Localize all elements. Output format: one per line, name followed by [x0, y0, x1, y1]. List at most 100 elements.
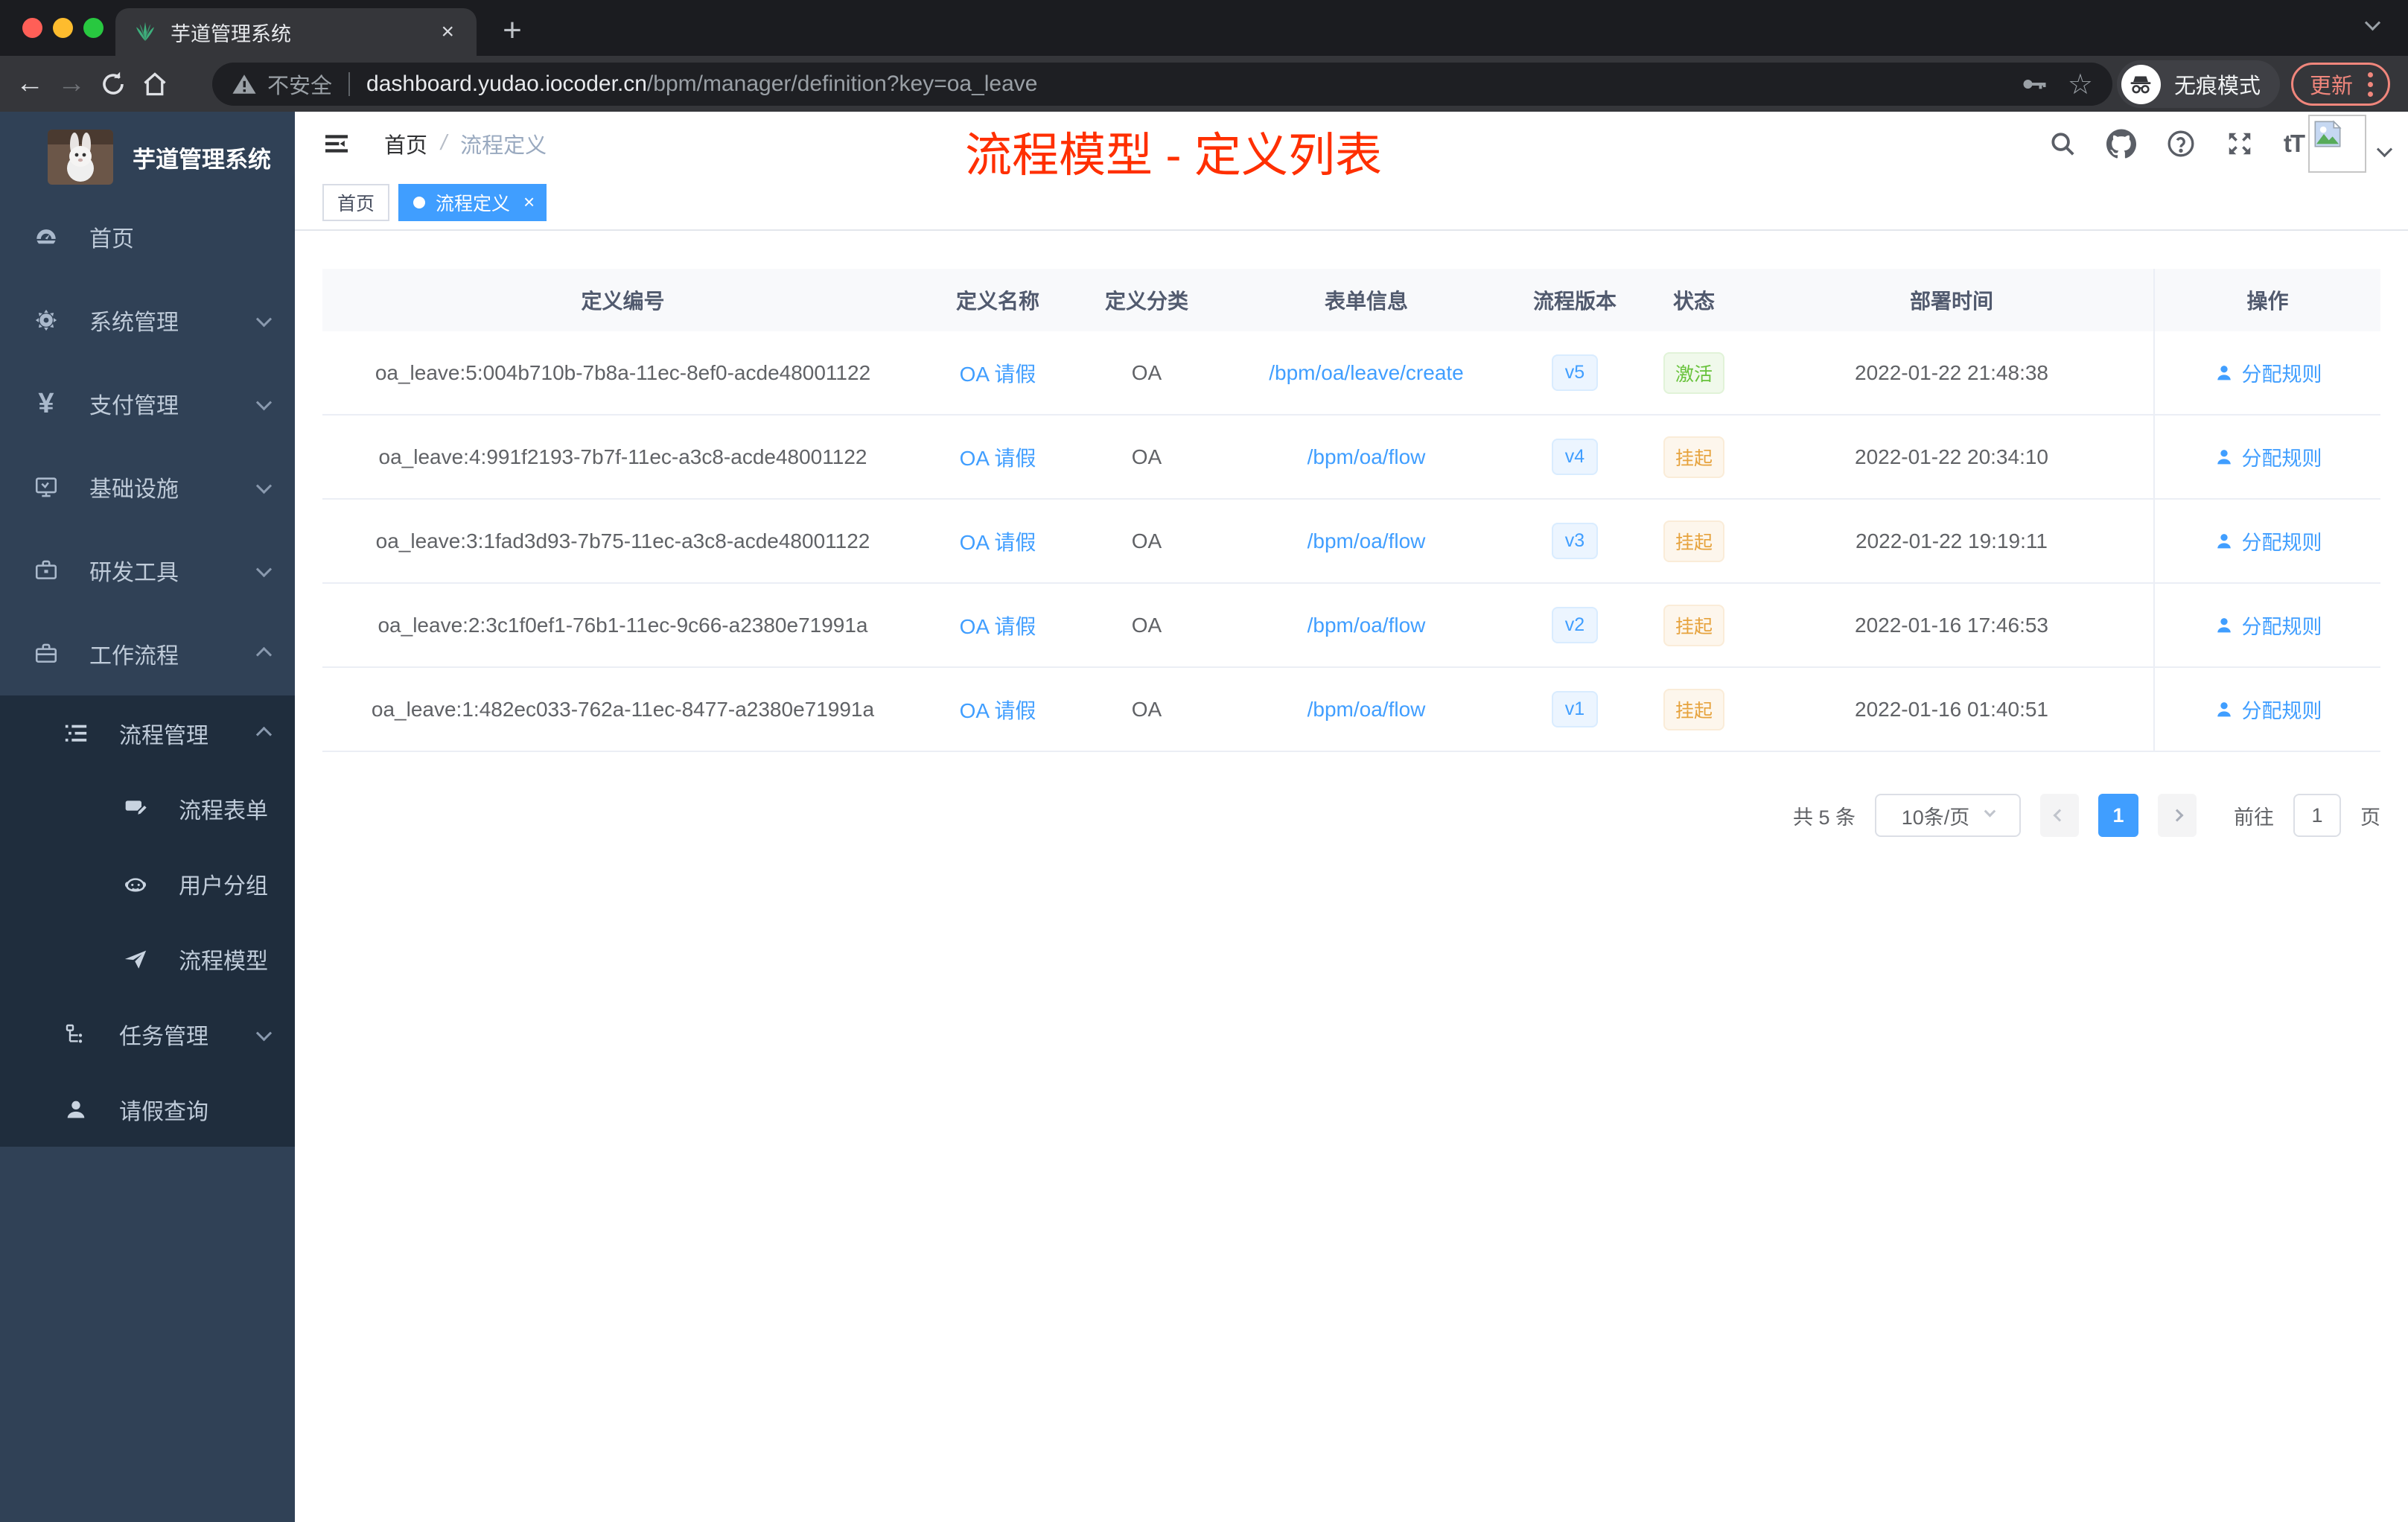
- form-info-link[interactable]: /bpm/oa/flow: [1221, 529, 1512, 553]
- tag-close-icon[interactable]: ×: [523, 191, 535, 214]
- deploy-time-cell: 2022-01-22 19:19:11: [1856, 529, 2048, 553]
- definition-name-link[interactable]: OA 请假: [923, 611, 1072, 640]
- sidebar-item-label: 用户分组: [179, 873, 268, 899]
- sidebar-item-payment[interactable]: ¥ 支付管理: [0, 362, 295, 445]
- sidebar-item-workflow[interactable]: 工作流程: [0, 612, 295, 695]
- assign-rule-link[interactable]: 分配规则: [2214, 611, 2322, 640]
- sidebar-filler: [0, 1147, 295, 1522]
- zoom-window-button[interactable]: [83, 18, 103, 38]
- browser-window: 芋道管理系统 × + ← → 不安全 dashboard.yudao.iocod…: [0, 0, 2408, 1522]
- chevron-down-icon: [1984, 805, 1996, 817]
- avatar-broken-image[interactable]: [2308, 115, 2366, 173]
- url-text[interactable]: dashboard.yudao.iocoder.cn/bpm/manager/d…: [366, 71, 2005, 97]
- home-button[interactable]: [134, 63, 176, 105]
- form-info-link[interactable]: /bpm/oa/flow: [1221, 445, 1512, 469]
- sidebar-item-system[interactable]: 系统管理: [0, 278, 295, 362]
- assign-rule-link[interactable]: 分配规则: [2214, 526, 2322, 555]
- definition-table: 定义编号 定义名称 定义分类 表单信息 流程版本 状态 部署时间 操作 oa_l…: [322, 269, 2380, 752]
- browser-menu-kebab-icon[interactable]: [2365, 69, 2376, 100]
- update-button[interactable]: 更新: [2290, 63, 2390, 106]
- assign-rule-label: 分配规则: [2241, 700, 2322, 722]
- close-window-button[interactable]: [22, 18, 42, 38]
- sidebar-item-user-group[interactable]: 用户分组: [0, 846, 295, 921]
- form-info-link[interactable]: /bpm/oa/leave/create: [1221, 361, 1512, 385]
- form-info-link[interactable]: /bpm/oa/flow: [1221, 614, 1512, 637]
- chevron-left-icon: [2053, 809, 2066, 822]
- sidebar-item-home[interactable]: 首页: [0, 195, 295, 278]
- chevron-down-icon: [255, 311, 273, 328]
- form-info-link[interactable]: /bpm/oa/flow: [1221, 698, 1512, 722]
- address-bar[interactable]: 不安全 dashboard.yudao.iocoder.cn/bpm/manag…: [212, 63, 2112, 106]
- definition-id-cell: oa_leave:5:004b710b-7b8a-11ec-8ef0-acde4…: [375, 360, 871, 384]
- back-button[interactable]: ←: [9, 63, 51, 105]
- incognito-label: 无痕模式: [2173, 74, 2261, 98]
- incognito-badge: 无痕模式: [2116, 60, 2280, 108]
- definition-name-link[interactable]: OA 请假: [923, 526, 1072, 556]
- forward-button[interactable]: →: [51, 63, 92, 105]
- sidebar-item-process-model[interactable]: 流程模型: [0, 921, 295, 996]
- sidebar-item-label: 任务管理: [119, 1024, 208, 1049]
- assign-rule-link[interactable]: 分配规则: [2214, 695, 2322, 724]
- bookmark-star-icon[interactable]: ☆: [2068, 68, 2093, 101]
- table-row: oa_leave:1:482ec033-762a-11ec-8477-a2380…: [322, 668, 2380, 752]
- definition-category-cell: OA: [1131, 360, 1162, 384]
- sidebar-item-process-form[interactable]: 流程表单: [0, 771, 295, 846]
- tag-home[interactable]: 首页: [322, 183, 390, 221]
- page-size-select[interactable]: 10条/页: [1875, 794, 2021, 837]
- new-tab-button[interactable]: +: [493, 11, 532, 50]
- fullscreen-icon[interactable]: [2226, 130, 2254, 158]
- status-badge: 挂起: [1663, 688, 1724, 730]
- sidebar-item-label: 请假查询: [119, 1099, 208, 1124]
- deploy-time-cell: 2022-01-16 01:40:51: [1855, 697, 2048, 721]
- browser-tab[interactable]: 芋道管理系统 ×: [115, 8, 477, 56]
- sidebar-collapse-icon[interactable]: [314, 121, 359, 166]
- version-badge: v2: [1552, 607, 1598, 643]
- help-icon[interactable]: [2166, 129, 2196, 159]
- reload-button[interactable]: [92, 63, 134, 105]
- sidebar-item-infrastructure[interactable]: 基础设施: [0, 445, 295, 529]
- prev-page-button[interactable]: [2040, 794, 2079, 837]
- search-icon[interactable]: [2048, 130, 2077, 158]
- status-badge: 激活: [1663, 351, 1724, 394]
- sidebar-item-task-management[interactable]: 任务管理: [0, 996, 295, 1072]
- definition-name-link[interactable]: OA 请假: [923, 695, 1072, 725]
- definition-id-cell: oa_leave:2:3c1f0ef1-76b1-11ec-9c66-a2380…: [378, 613, 868, 637]
- tag-process-definition[interactable]: 流程定义 ×: [398, 183, 547, 221]
- form-edit-icon: [121, 797, 150, 821]
- chevron-right-icon: [2170, 809, 2184, 822]
- assign-rule-link[interactable]: 分配规则: [2214, 358, 2322, 387]
- yen-icon: ¥: [38, 387, 54, 419]
- tab-close-icon[interactable]: ×: [436, 19, 459, 45]
- table-row: oa_leave:5:004b710b-7b8a-11ec-8ef0-acde4…: [322, 331, 2380, 415]
- insecure-warning-icon[interactable]: [232, 71, 257, 97]
- current-page-button[interactable]: 1: [2098, 794, 2138, 837]
- sidebar-item-dev-tools[interactable]: 研发工具: [0, 529, 295, 612]
- definition-category-cell: OA: [1131, 613, 1162, 637]
- minimize-window-button[interactable]: [53, 18, 73, 38]
- avatar-dropdown-chevron-icon[interactable]: [2376, 141, 2393, 158]
- sidebar-item-label: 工作流程: [89, 644, 179, 669]
- password-key-icon[interactable]: [2020, 71, 2047, 98]
- column-header: 流程版本: [1532, 290, 1617, 313]
- font-size-icon[interactable]: tT: [2284, 130, 2305, 158]
- sidebar-logo[interactable]: 芋道管理系统: [0, 112, 295, 195]
- definition-id-cell: oa_leave:3:1fad3d93-7b75-11ec-a3c8-acde4…: [375, 529, 870, 553]
- goto-page-input[interactable]: [2293, 794, 2341, 837]
- table-header-row: 定义编号 定义名称 定义分类 表单信息 流程版本 状态 部署时间 操作: [322, 269, 2380, 331]
- sidebar-item-leave-query[interactable]: 请假查询: [0, 1072, 295, 1147]
- logo-rabbit-image: [48, 130, 113, 185]
- definition-name-link[interactable]: OA 请假: [923, 442, 1072, 472]
- tab-search-chevron-icon[interactable]: [2364, 15, 2381, 31]
- next-page-button[interactable]: [2158, 794, 2197, 837]
- insecure-label[interactable]: 不安全: [267, 69, 332, 100]
- assign-rule-link[interactable]: 分配规则: [2214, 442, 2322, 471]
- breadcrumb-home[interactable]: 首页: [384, 128, 427, 159]
- definition-name-link[interactable]: OA 请假: [923, 358, 1072, 388]
- column-header: 表单信息: [1324, 290, 1408, 313]
- sidebar-item-process-management[interactable]: 流程管理: [0, 695, 295, 771]
- breadcrumb-current: 流程定义: [460, 133, 547, 158]
- github-icon[interactable]: [2106, 128, 2136, 159]
- active-tag-dot-icon: [413, 196, 426, 208]
- chevron-down-icon: [255, 478, 273, 494]
- status-badge: 挂起: [1663, 520, 1724, 562]
